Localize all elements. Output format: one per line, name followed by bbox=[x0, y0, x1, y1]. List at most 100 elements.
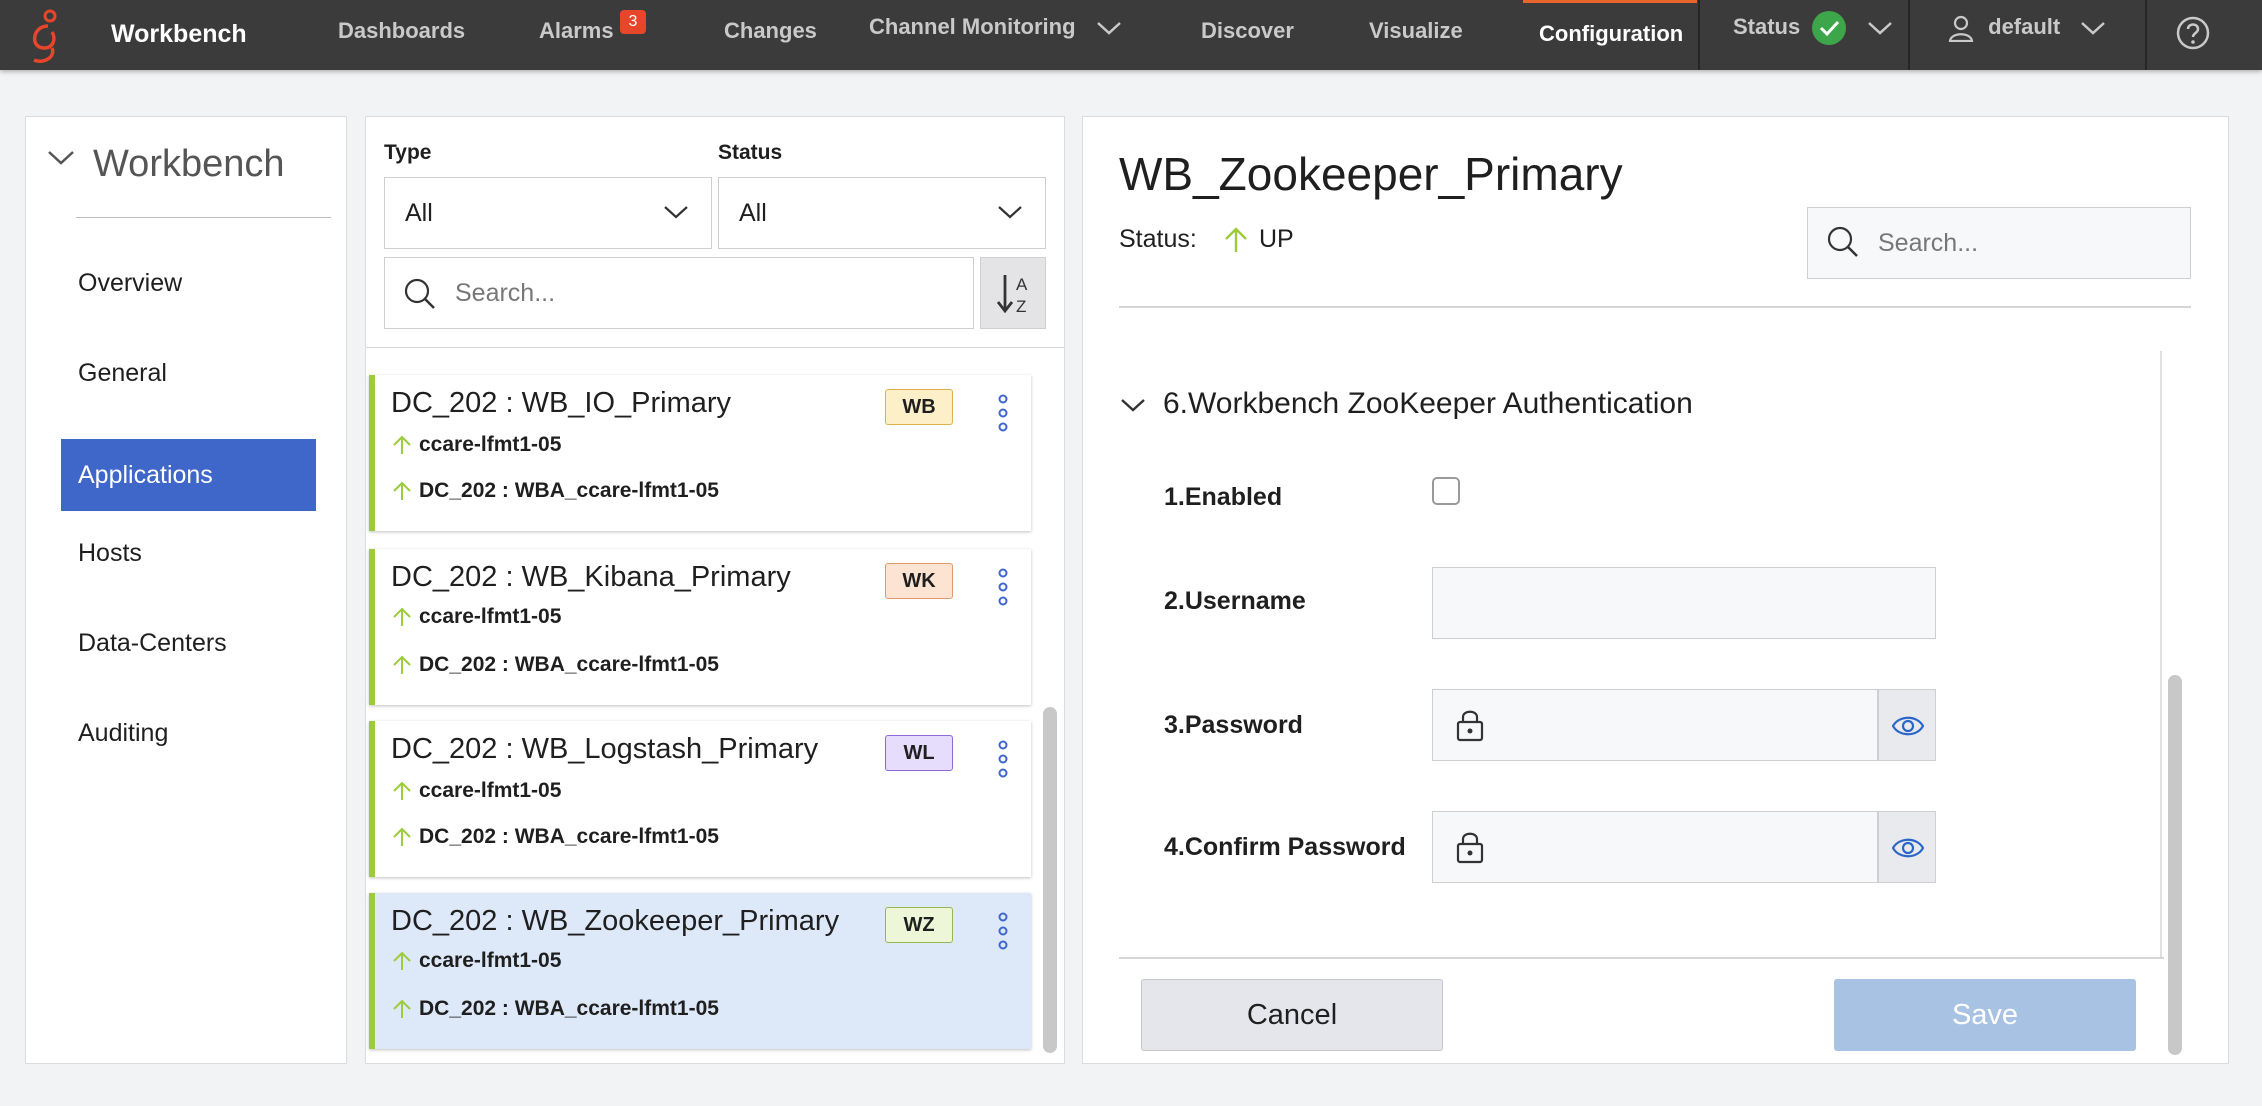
username-field[interactable] bbox=[1432, 567, 1936, 639]
save-button[interactable]: Save bbox=[1834, 979, 2136, 1051]
chevron-down-icon bbox=[1096, 22, 1121, 35]
app-type-tag: WZ bbox=[885, 907, 953, 943]
status-up-icon bbox=[393, 828, 411, 847]
app-datacenter: DC_202 : WBA_ccare-lfmt1-05 bbox=[391, 997, 719, 1021]
eye-icon bbox=[1891, 716, 1925, 736]
password-label: 3.Password bbox=[1164, 711, 1303, 739]
form-scrollbar[interactable] bbox=[2168, 675, 2182, 1055]
app-type-tag: WB bbox=[885, 389, 953, 425]
status-up-icon bbox=[393, 436, 411, 455]
list-item[interactable]: DC_202 : WB_Logstash_Primary WL ccare-lf… bbox=[369, 721, 1031, 877]
nav-changes[interactable]: Changes bbox=[724, 0, 817, 70]
app-title: DC_202 : WB_Kibana_Primary bbox=[391, 561, 791, 593]
sidebar-divider bbox=[76, 217, 331, 218]
section-header[interactable]: 6.Workbench ZooKeeper Authentication bbox=[1119, 387, 1693, 421]
status-up-icon bbox=[1225, 227, 1247, 253]
nav-status[interactable]: Status bbox=[1733, 0, 1893, 66]
status-ok-icon bbox=[1812, 11, 1847, 46]
app-title: DC_202 : WB_Logstash_Primary bbox=[391, 733, 819, 765]
sort-button[interactable]: A Z bbox=[980, 257, 1046, 329]
app-host: ccare-lfmt1-05 bbox=[391, 605, 561, 629]
user-icon bbox=[1948, 16, 1974, 43]
kebab-menu-icon[interactable] bbox=[995, 739, 1011, 779]
app-title: DC_202 : WB_IO_Primary bbox=[391, 387, 732, 419]
nav-status-label: Status bbox=[1733, 14, 1801, 39]
status-filter-label: Status bbox=[718, 141, 783, 164]
sidebar-item-data-centers[interactable]: Data-Centers bbox=[61, 607, 316, 679]
list-scrollbar[interactable] bbox=[1043, 707, 1057, 1053]
sidebar-item-general[interactable]: General bbox=[61, 337, 316, 409]
section-title: 6.Workbench ZooKeeper Authentication bbox=[1163, 387, 1693, 420]
password-field[interactable] bbox=[1432, 689, 1878, 761]
list-item[interactable]: DC_202 : WB_Zookeeper_Primary WZ ccare-l… bbox=[369, 893, 1031, 1049]
eye-icon bbox=[1891, 838, 1925, 858]
app-host-label: ccare-lfmt1-05 bbox=[419, 949, 562, 972]
confirm-password-field[interactable] bbox=[1432, 811, 1878, 883]
enabled-checkbox[interactable] bbox=[1432, 477, 1460, 505]
top-nav-bar: Workbench Dashboards Alarms 3 Changes Ch… bbox=[0, 0, 2262, 70]
sidebar-item-overview[interactable]: Overview bbox=[61, 247, 316, 319]
list-divider bbox=[366, 347, 1064, 348]
sidebar-item-auditing[interactable]: Auditing bbox=[61, 697, 316, 769]
show-confirm-password-button[interactable] bbox=[1878, 811, 1936, 883]
chevron-down-icon bbox=[1867, 22, 1892, 35]
alarms-count-badge: 3 bbox=[620, 10, 646, 34]
header-divider bbox=[1119, 306, 2191, 308]
nav-channel-monitoring[interactable]: Channel Monitoring bbox=[869, 0, 1122, 66]
app-datacenter: DC_202 : WBA_ccare-lfmt1-05 bbox=[391, 479, 719, 503]
kebab-menu-icon[interactable] bbox=[995, 911, 1011, 951]
status-filter-select[interactable]: All bbox=[718, 177, 1046, 249]
nav-user-menu[interactable]: default bbox=[1948, 0, 2106, 66]
nav-separator bbox=[2145, 0, 2147, 70]
application-detail-panel: WB_Zookeeper_Primary Status: UP Search..… bbox=[1082, 116, 2229, 1064]
search-icon bbox=[1827, 226, 1858, 257]
type-filter-label: Type bbox=[384, 141, 432, 164]
sidebar-title[interactable]: Workbench bbox=[93, 143, 285, 186]
kebab-menu-icon[interactable] bbox=[995, 393, 1011, 433]
status-up-icon bbox=[393, 482, 411, 501]
nav-channel-monitoring-label: Channel Monitoring bbox=[869, 14, 1076, 39]
chevron-down-icon[interactable] bbox=[46, 147, 76, 167]
nav-dashboards[interactable]: Dashboards bbox=[338, 0, 465, 70]
sidebar-item-applications[interactable]: Applications bbox=[61, 439, 316, 511]
type-filter-select[interactable]: All bbox=[384, 177, 712, 249]
nav-user-label: default bbox=[1988, 14, 2061, 39]
sort-alpha-icon: A Z bbox=[996, 275, 1028, 316]
app-host: ccare-lfmt1-05 bbox=[391, 949, 561, 973]
app-search-placeholder: Search... bbox=[455, 279, 556, 307]
chevron-down-icon bbox=[2081, 22, 2106, 35]
show-password-button[interactable] bbox=[1878, 689, 1936, 761]
enabled-label: 1.Enabled bbox=[1164, 483, 1283, 511]
nav-discover[interactable]: Discover bbox=[1201, 0, 1294, 70]
nav-configuration[interactable]: Configuration bbox=[1523, 0, 1697, 70]
form-scroll-track bbox=[2160, 351, 2162, 957]
app-name[interactable]: Workbench bbox=[111, 20, 247, 49]
chevron-down-icon bbox=[998, 206, 1022, 219]
app-host: ccare-lfmt1-05 bbox=[391, 433, 561, 457]
kebab-menu-icon[interactable] bbox=[995, 567, 1011, 607]
nav-alarms-label: Alarms bbox=[539, 18, 614, 43]
sidebar-item-hosts[interactable]: Hosts bbox=[61, 517, 316, 589]
app-type-tag: WK bbox=[885, 563, 953, 599]
nav-visualize[interactable]: Visualize bbox=[1369, 0, 1463, 70]
list-item[interactable]: DC_202 : WB_IO_Primary WB ccare-lfmt1-05… bbox=[369, 375, 1031, 531]
lock-icon bbox=[1456, 832, 1484, 864]
help-icon[interactable] bbox=[2175, 15, 2211, 51]
app-datacenter: DC_202 : WBA_ccare-lfmt1-05 bbox=[391, 825, 719, 849]
chevron-down-icon bbox=[1121, 399, 1145, 412]
application-list-panel: Type Status All All Search... A Z DC_202… bbox=[365, 116, 1065, 1064]
type-filter-value: All bbox=[405, 199, 433, 227]
status-label: Status: bbox=[1119, 225, 1197, 253]
detail-search-input[interactable]: Search... bbox=[1807, 207, 2191, 279]
app-host-label: ccare-lfmt1-05 bbox=[419, 433, 562, 456]
cancel-button[interactable]: Cancel bbox=[1141, 979, 1443, 1051]
app-datacenter-label: DC_202 : WBA_ccare-lfmt1-05 bbox=[419, 825, 719, 848]
app-title: DC_202 : WB_Zookeeper_Primary bbox=[391, 905, 840, 937]
status-value: UP bbox=[1259, 225, 1294, 253]
search-icon bbox=[404, 278, 435, 309]
chevron-down-icon bbox=[664, 206, 688, 219]
detail-search-placeholder: Search... bbox=[1878, 229, 1979, 257]
list-item[interactable]: DC_202 : WB_Kibana_Primary WK ccare-lfmt… bbox=[369, 549, 1031, 705]
app-search-input[interactable]: Search... bbox=[384, 257, 974, 329]
nav-alarms[interactable]: Alarms bbox=[539, 0, 614, 70]
